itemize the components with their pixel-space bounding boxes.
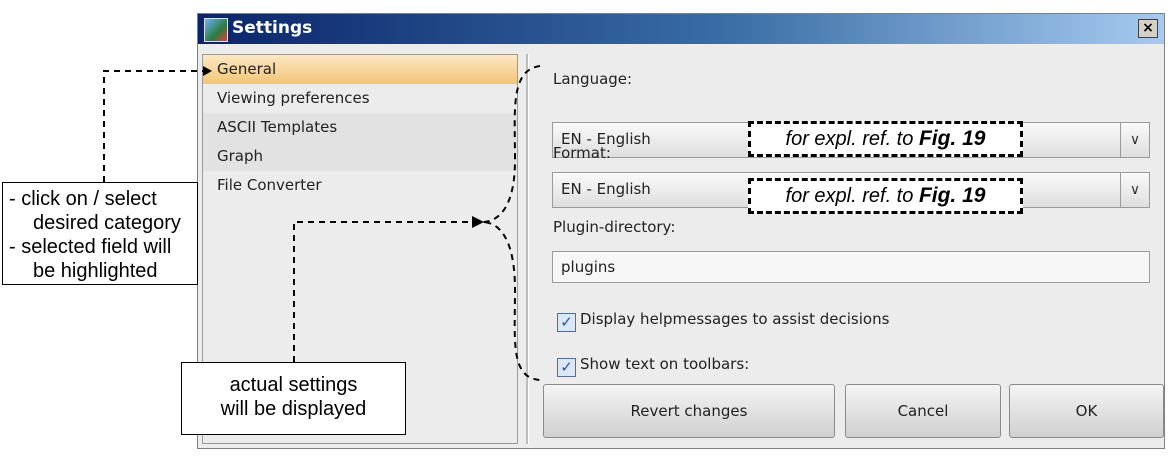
arrow-to-settings <box>293 221 470 362</box>
settings-bracket <box>481 65 541 381</box>
arrowhead-general <box>203 66 212 76</box>
annotation-arrows <box>103 65 541 381</box>
arrow-to-general <box>103 70 205 182</box>
arrowhead-settings <box>472 216 484 228</box>
